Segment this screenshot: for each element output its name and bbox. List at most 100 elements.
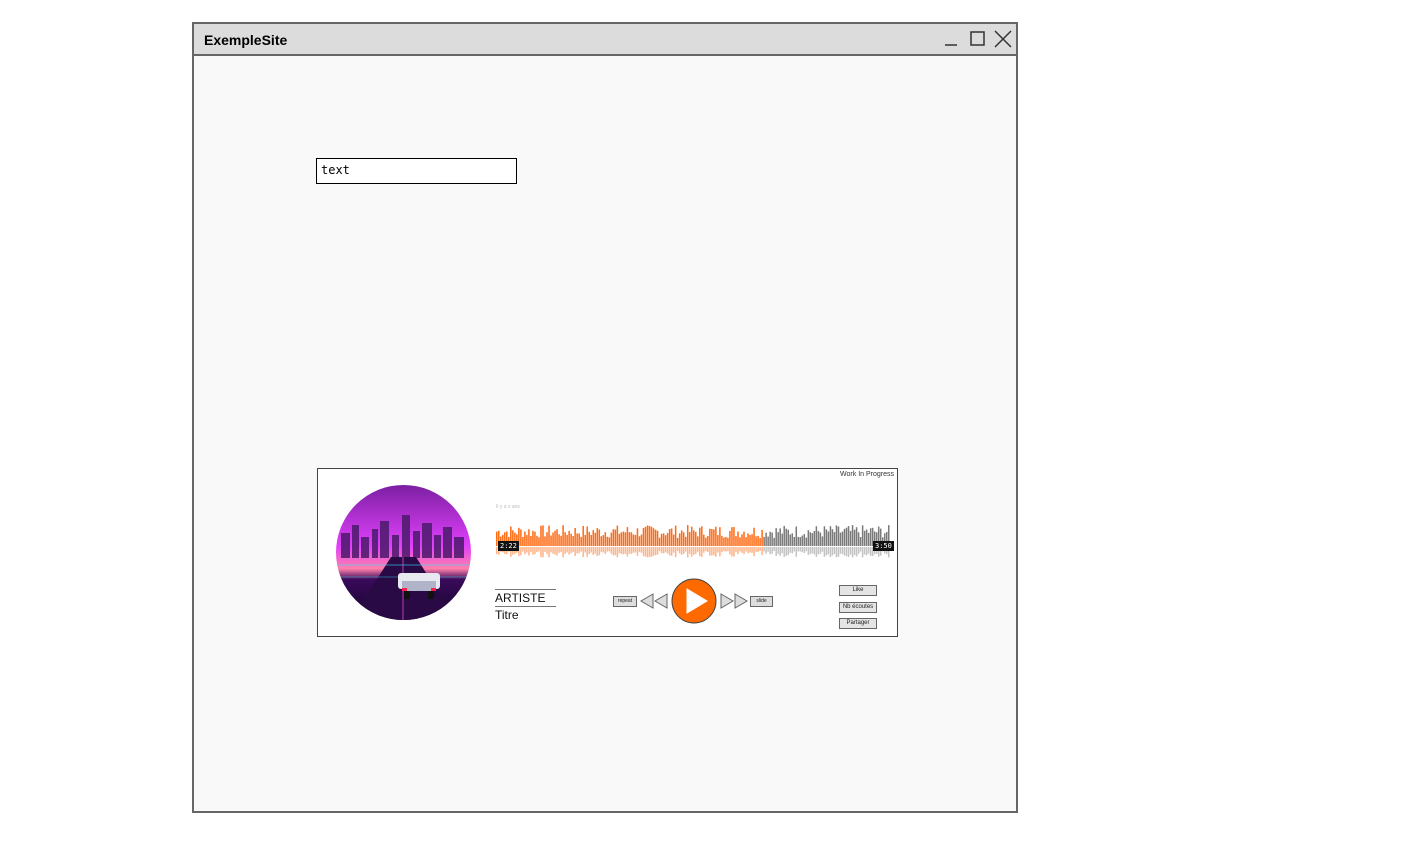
waveform-bar	[604, 532, 607, 546]
waveform-reflection	[564, 547, 566, 554]
play-icon[interactable]	[670, 577, 718, 625]
separator	[495, 606, 556, 607]
waveform-reflection	[656, 547, 659, 555]
waveform-bar	[640, 534, 643, 546]
waveform-reflection	[660, 547, 663, 554]
waveform-reflection	[735, 547, 737, 552]
waveform-bar	[755, 536, 757, 546]
waveform-bar	[598, 529, 601, 546]
waveform-bar	[791, 533, 794, 546]
waveform-bar	[777, 532, 779, 546]
waveform-bar	[815, 526, 818, 546]
waveform-bar	[741, 534, 743, 546]
waveform-bar	[690, 526, 693, 546]
waveform-reflection	[781, 547, 783, 554]
like-button[interactable]: Like	[839, 585, 877, 596]
waveform-bar	[809, 532, 812, 546]
waveform-reflection	[833, 547, 836, 554]
waveform-bar	[686, 525, 689, 546]
waveform-bar	[829, 526, 832, 546]
waveform-reflection	[654, 547, 657, 556]
waveform-bar	[831, 529, 834, 546]
waveform-reflection	[769, 547, 771, 555]
waveform-bar	[775, 528, 777, 546]
music-player: Work In Progress Il y a x ans 2:22 3:50 …	[317, 468, 898, 637]
waveform-bar	[530, 535, 532, 546]
waveform-bar	[554, 530, 556, 546]
waveform-reflection	[797, 547, 800, 552]
close-icon[interactable]	[994, 30, 1012, 48]
artist-name: ARTISTE	[495, 591, 546, 605]
waveform-bar	[520, 529, 522, 546]
waveform-reflection	[869, 547, 872, 556]
text-input[interactable]: text	[316, 158, 517, 184]
waveform-reflection	[636, 547, 639, 556]
waveform-reflection	[618, 547, 621, 554]
previous-icon[interactable]	[640, 593, 668, 609]
waveform-bar	[650, 526, 653, 546]
waveform-bar	[688, 532, 691, 546]
waveform-reflection	[739, 547, 741, 552]
slide-button[interactable]: slide	[750, 596, 773, 607]
waveform-reflection	[699, 547, 701, 557]
waveform-reflection	[544, 547, 546, 552]
waveform-reflection	[528, 547, 530, 556]
maximize-icon[interactable]	[968, 30, 986, 48]
next-icon[interactable]	[720, 593, 748, 609]
waveform-reflection	[524, 547, 526, 555]
waveform-reflection	[676, 547, 679, 552]
waveform-bar	[666, 532, 669, 546]
listens-button[interactable]: Nb écoutes	[839, 602, 877, 613]
waveform-bar	[717, 535, 719, 546]
waveform-bar	[596, 528, 599, 546]
waveform-reflection	[845, 547, 848, 557]
repeat-button[interactable]: repeat	[613, 596, 637, 607]
waveform-bar	[733, 527, 735, 546]
waveform-reflection	[719, 547, 721, 557]
waveform-bar	[658, 537, 661, 546]
waveform-reflection	[536, 547, 538, 553]
waveform-reflection	[602, 547, 605, 553]
waveform-reflection	[640, 547, 643, 553]
waveform-reflection	[588, 547, 590, 555]
waveform-reflection	[805, 547, 808, 552]
waveform-bar	[703, 534, 705, 546]
minimize-icon[interactable]	[942, 30, 960, 48]
share-button[interactable]: Partager	[839, 618, 877, 629]
waveform-reflection	[638, 547, 641, 552]
waveform-reflection	[686, 547, 689, 558]
album-cover	[336, 485, 471, 620]
waveform[interactable]	[496, 523, 890, 561]
waveform-reflection	[548, 547, 550, 558]
waveform-bar	[843, 528, 846, 546]
waveform-reflection	[562, 547, 564, 558]
waveform-reflection	[570, 547, 572, 554]
waveform-bar	[847, 526, 850, 546]
waveform-reflection	[682, 547, 685, 554]
waveform-reflection	[642, 547, 645, 556]
waveform-bar	[646, 525, 649, 546]
waveform-reflection	[568, 547, 570, 555]
waveform-reflection	[831, 547, 834, 556]
waveform-bar	[823, 526, 826, 546]
waveform-reflection	[713, 547, 715, 556]
waveform-reflection	[855, 547, 858, 557]
waveform-reflection	[674, 547, 677, 558]
waveform-bar	[578, 533, 580, 546]
waveform-reflection	[624, 547, 627, 554]
waveform-reflection	[791, 547, 794, 554]
waveform-reflection	[821, 547, 824, 552]
waveform-reflection	[771, 547, 773, 554]
waveform-bar	[787, 529, 789, 546]
waveform-bar	[678, 533, 681, 546]
waveform-reflection	[815, 547, 818, 557]
waveform-bar	[638, 536, 641, 546]
waveform-bar	[827, 531, 830, 546]
waveform-reflection	[586, 547, 588, 557]
waveform-bar	[636, 528, 639, 546]
waveform-bar	[630, 532, 633, 546]
waveform-bar	[632, 534, 635, 546]
waveform-reflection	[560, 547, 562, 553]
waveform-reflection	[703, 547, 705, 553]
waveform-reflection	[843, 547, 846, 556]
